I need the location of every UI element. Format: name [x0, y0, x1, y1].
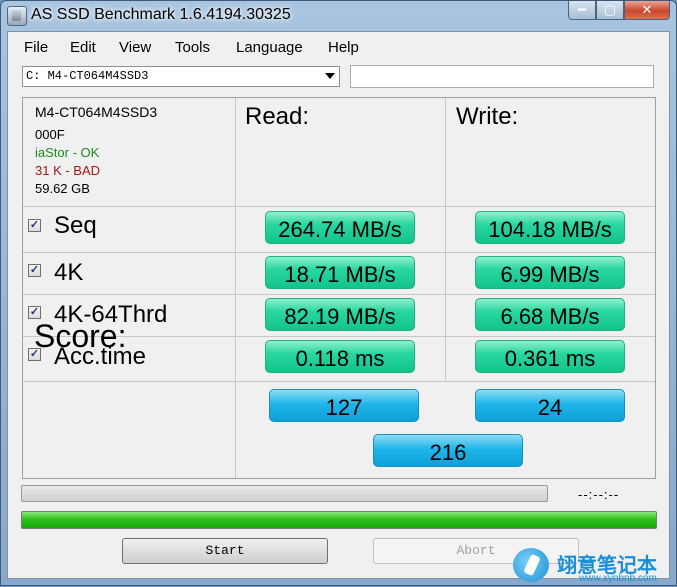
drive-app-icon	[7, 6, 27, 26]
menu-bar: File Edit View Tools Language Help	[8, 32, 669, 62]
menu-file[interactable]: File	[24, 39, 48, 56]
row-divider	[23, 206, 655, 207]
minimize-button[interactable]: ━	[568, 1, 596, 20]
read-header: Read:	[245, 103, 310, 130]
menu-tools[interactable]: Tools	[175, 39, 210, 56]
column-divider	[445, 98, 446, 382]
results-grid: M4-CT064M4SSD3 000F iaStor - OK 31 K - B…	[22, 97, 656, 479]
4k-64thrd-read-value: 82.19 MB/s	[265, 298, 415, 331]
seq-write-value: 104.18 MB/s	[475, 211, 625, 244]
seq-checkbox[interactable]: ✓	[28, 219, 41, 232]
seq-read-value: 264.74 MB/s	[265, 211, 415, 244]
client-area: File Edit View Tools Language Help C: M4…	[7, 31, 670, 579]
drive-select-value: C: M4-CT064M4SSD3	[26, 69, 149, 83]
extra-input[interactable]	[350, 65, 654, 88]
checkmark-icon: ✓	[29, 264, 40, 276]
4k-label: 4K	[54, 259, 84, 286]
app-window: AS SSD Benchmark 1.6.4194.30325 ━ ▢ ✕ Fi…	[0, 0, 677, 586]
total-progress-fill	[22, 512, 656, 528]
write-header: Write:	[456, 103, 519, 130]
window-title: AS SSD Benchmark 1.6.4194.30325	[31, 6, 291, 23]
elapsed-time: --:--:--	[578, 487, 620, 502]
watermark-logo-icon	[513, 548, 549, 582]
score-write-value: 24	[475, 389, 625, 422]
test-progress-bar	[21, 485, 548, 502]
close-icon: ✕	[641, 2, 653, 17]
menu-view[interactable]: View	[119, 39, 151, 56]
watermark-url: www.xynbnb.com	[579, 573, 657, 584]
4k-write-value: 6.99 MB/s	[475, 256, 625, 289]
4k-64thrd-write-value: 6.68 MB/s	[475, 298, 625, 331]
menu-edit[interactable]: Edit	[70, 39, 96, 56]
menu-language[interactable]: Language	[236, 39, 303, 56]
driver-status: iaStor - OK	[35, 145, 100, 160]
maximize-button[interactable]: ▢	[596, 1, 624, 20]
row-divider	[23, 252, 655, 253]
start-button[interactable]: Start	[122, 538, 328, 564]
maximize-icon: ▢	[603, 2, 617, 17]
drive-model: M4-CT064M4SSD3	[35, 104, 158, 120]
minimize-icon: ━	[578, 2, 586, 17]
checkmark-icon: ✓	[29, 306, 40, 318]
row-divider	[23, 294, 655, 295]
watermark: 翊意笔记本 www.xynbnb.com	[509, 546, 677, 587]
drive-select[interactable]: C: M4-CT064M4SSD3	[22, 66, 340, 87]
acc-time-read-value: 0.118 ms	[265, 340, 415, 373]
checkmark-icon: ✓	[29, 219, 40, 231]
column-divider	[235, 98, 236, 478]
score-label: Score:	[34, 318, 127, 354]
row-divider	[23, 381, 655, 382]
title-bar[interactable]: AS SSD Benchmark 1.6.4194.30325 ━ ▢ ✕	[1, 1, 676, 31]
total-progress-bar	[21, 511, 657, 529]
4k-read-value: 18.71 MB/s	[265, 256, 415, 289]
alignment-status: 31 K - BAD	[35, 163, 101, 178]
close-button[interactable]: ✕	[624, 1, 670, 20]
drive-firmware: 000F	[35, 127, 65, 142]
dropdown-arrow-icon	[325, 73, 335, 79]
score-read-value: 127	[269, 389, 419, 422]
drive-size: 59.62 GB	[35, 181, 90, 196]
menu-help[interactable]: Help	[328, 39, 359, 56]
acc-time-write-value: 0.361 ms	[475, 340, 625, 373]
4k-checkbox[interactable]: ✓	[28, 264, 41, 277]
seq-label: Seq	[54, 212, 97, 239]
score-total-value: 216	[373, 434, 523, 467]
